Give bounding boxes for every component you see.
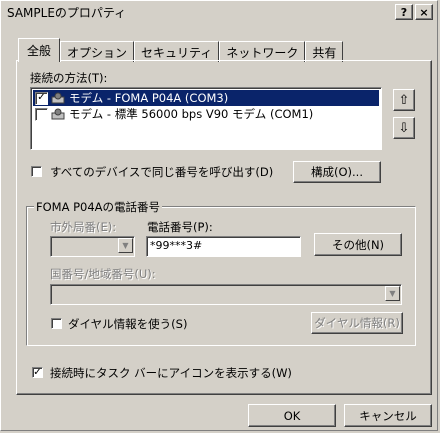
tab-options[interactable]: オプション xyxy=(60,41,135,62)
modem-icon xyxy=(51,108,65,120)
tab-network[interactable]: ネットワーク xyxy=(219,41,306,62)
chevron-down-icon[interactable]: ▼ xyxy=(118,238,133,253)
country-code-combo[interactable]: ▼ xyxy=(50,284,402,305)
cancel-button[interactable]: キャンセル xyxy=(344,404,432,427)
area-code-label: 市外局番(E): xyxy=(50,220,117,234)
device-list[interactable]: ✓ モデム - FOMA P04A (COM3) モデム - 標準 56000 … xyxy=(30,87,382,150)
device-label: モデム - FOMA P04A (COM3) xyxy=(69,91,229,105)
down-arrow-icon: ⇩ xyxy=(398,120,410,136)
title-bar: SAMPLEのプロパティ ? × xyxy=(3,3,435,21)
configure-button[interactable]: 構成(O)... xyxy=(293,161,381,183)
window-title: SAMPLEのプロパティ xyxy=(7,5,127,20)
phone-number-input[interactable]: *99***3# xyxy=(146,236,301,257)
device-checkbox[interactable]: ✓ xyxy=(35,91,48,105)
country-code-label: 国番号/地域番号(U): xyxy=(50,267,156,281)
close-button[interactable]: × xyxy=(415,4,433,20)
tab-general[interactable]: 全般 xyxy=(18,38,61,62)
dialing-rules-button[interactable]: ダイヤル情報(R) xyxy=(311,312,403,334)
chevron-down-icon[interactable]: ▼ xyxy=(385,286,400,301)
ok-button[interactable]: OK xyxy=(248,404,336,427)
show-icon-label: 接続時にタスク バーにアイコンを表示する(W) xyxy=(50,366,292,380)
tab-security[interactable]: セキュリティ xyxy=(134,41,220,62)
device-checkbox[interactable] xyxy=(35,107,48,121)
tab-sharing[interactable]: 共有 xyxy=(305,41,344,62)
other-button[interactable]: その他(N) xyxy=(314,233,402,256)
phone-group-title: FOMA P04Aの電話番号 xyxy=(34,199,163,215)
list-item[interactable]: ✓ モデム - FOMA P04A (COM3) xyxy=(33,90,379,106)
tab-strip: 全般 オプション セキュリティ ネットワーク 共有 xyxy=(18,38,344,62)
same-number-label: すべてのデバイスで同じ番号を呼び出す(D) xyxy=(50,165,274,179)
help-button[interactable]: ? xyxy=(395,4,413,20)
list-item[interactable]: モデム - 標準 56000 bps V90 モデム (COM1) xyxy=(33,106,379,122)
connect-method-label: 接続の方法(T): xyxy=(30,71,108,85)
same-number-checkbox[interactable] xyxy=(31,166,42,177)
dialing-rules-checkbox[interactable] xyxy=(51,318,62,329)
dialing-rules-label: ダイヤル情報を使う(S) xyxy=(68,317,188,331)
show-icon-checkbox[interactable]: ✓ xyxy=(32,367,43,378)
area-code-combo[interactable]: ▼ xyxy=(50,236,135,257)
move-down-button[interactable]: ⇩ xyxy=(393,117,415,139)
move-up-button[interactable]: ⇧ xyxy=(393,89,415,111)
modem-icon xyxy=(51,92,65,104)
phone-number-label: 電話番号(P): xyxy=(147,220,213,234)
device-label: モデム - 標準 56000 bps V90 モデム (COM1) xyxy=(69,107,314,121)
up-arrow-icon: ⇧ xyxy=(398,92,410,108)
